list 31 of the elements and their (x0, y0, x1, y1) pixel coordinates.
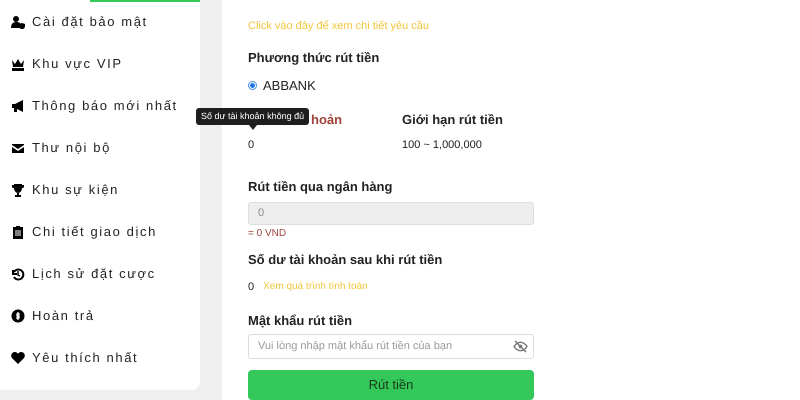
balance-value: 0 (248, 139, 256, 151)
converted-amount: = 0 VND (248, 228, 286, 239)
sidebar-item[interactable]: Hoàn trả (0, 295, 200, 336)
balance-after-value: 0 (248, 280, 254, 293)
dollar-icon (11, 308, 25, 322)
limit-value: 100 ~ 1,000,000 (402, 139, 483, 151)
sidebar-item[interactable]: Lịch sử đặt cược (0, 253, 200, 294)
user-shield-icon (11, 14, 25, 28)
history-icon (11, 266, 25, 280)
sidebar-item[interactable]: Thư nội bộ (0, 127, 200, 168)
field-label: hoản (311, 112, 342, 127)
clipboard-icon (11, 224, 25, 238)
field-label: Giới hạn rút tiền (402, 112, 504, 127)
crown-icon (11, 56, 25, 70)
section-heading: Mật khẩu rút tiền (248, 312, 352, 328)
sidebar-item[interactable]: Yêu thích nhất (0, 337, 200, 378)
sidebar-item[interactable]: Khu sự kiện (0, 169, 200, 210)
sidebar-item[interactable]: Chi tiết giao dịch (0, 211, 200, 252)
password-field[interactable]: Vui lòng nhập mật khẩu rút tiền của bạn (248, 334, 534, 359)
section-heading: Số dư tài khoản sau khi rút tiền (248, 252, 442, 267)
heart-icon (11, 350, 25, 364)
section-heading: Rút tiền qua ngân hàng (248, 179, 392, 194)
bank-option[interactable]: ABBANK (248, 78, 316, 93)
trophy-icon (11, 182, 25, 196)
section-heading: Phương thức rút tiền (248, 50, 380, 65)
sidebar-item[interactable]: Cài đặt bảo mật (0, 1, 200, 42)
megaphone-icon (11, 98, 25, 112)
sidebar-item[interactable]: Khu vực VIP (0, 43, 200, 84)
tooltip-arrow-icon (248, 125, 257, 130)
withdraw-button[interactable]: Rút tiền (248, 370, 534, 400)
eye-slash-icon[interactable] (513, 340, 528, 353)
